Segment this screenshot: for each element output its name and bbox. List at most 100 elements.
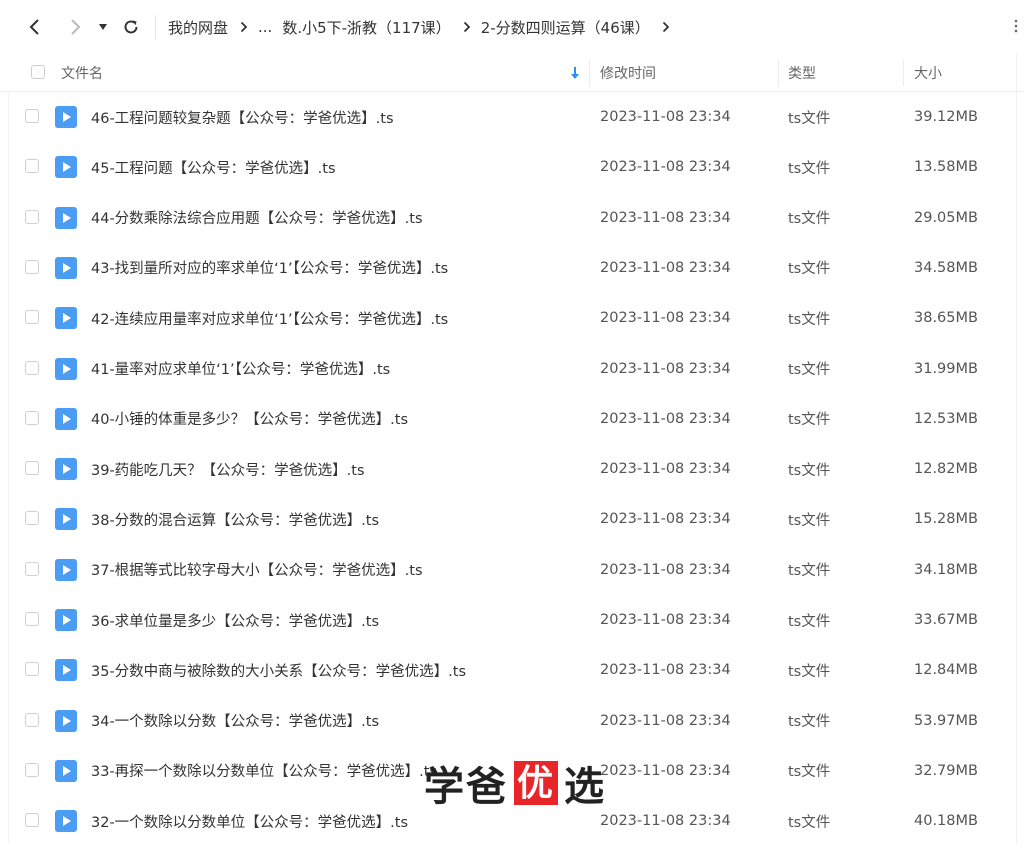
breadcrumb-item-course[interactable]: 数.小5下-浙教（117课） [282,17,450,38]
watermark-text-left: 学爸 [424,763,508,810]
breadcrumb-item-ellipsis[interactable]: ... [258,18,272,36]
file-size: 15.28MB [914,511,978,528]
watermark-text-box: 优 [514,761,558,805]
history-dropdown[interactable] [91,12,115,42]
file-name[interactable]: 41-量率对应求单位‘1’【公众号：学爸优选】.ts [91,344,390,394]
file-row[interactable]: 39-药能吃几天？【公众号：学爸优选】.ts 2023-11-08 23:34 ts… [0,444,1024,494]
select-all-checkbox[interactable] [31,65,45,79]
breadcrumb-item-root[interactable]: 我的网盘 [168,17,228,38]
column-header-type[interactable]: 类型 [788,54,816,91]
file-name[interactable]: 39-药能吃几天？【公众号：学爸优选】.ts [91,444,365,494]
file-name[interactable]: 38-分数的混合运算【公众号：学爸优选】.ts [91,494,379,544]
file-name[interactable]: 46-工程问题较复杂题【公众号：学爸优选】.ts [91,92,394,142]
refresh-icon [124,20,138,34]
column-header-name[interactable]: 文件名 [61,54,103,91]
file-name[interactable]: 42-连续应用量率对应求单位‘1’【公众号：学爸优选】.ts [91,293,448,343]
file-modified: 2023-11-08 23:34 [600,310,731,327]
file-type: ts文件 [788,663,831,680]
file-name[interactable]: 45-工程问题【公众号：学爸优选】.ts [91,142,336,192]
column-header-modified[interactable]: 修改时间 [600,54,656,91]
file-row[interactable]: 44-分数乘除法综合应用题【公众号：学爸优选】.ts 2023-11-08 23:… [0,193,1024,243]
file-name[interactable]: 34-一个数除以分数【公众号：学爸优选】.ts [91,696,379,746]
file-row-checkbox[interactable] [25,712,39,727]
video-file-icon [55,810,77,833]
file-type: ts文件 [788,714,831,731]
file-row[interactable]: 43-找到量所对应的率求单位‘1’【公众号：学爸优选】.ts 2023-11-08… [0,243,1024,293]
column-divider[interactable] [903,60,904,86]
back-button[interactable] [20,12,50,42]
file-row-checkbox[interactable] [25,410,39,425]
forward-button[interactable] [60,12,90,42]
sort-desc-icon[interactable] [570,54,580,91]
file-row-checkbox[interactable] [25,109,39,123]
file-modified: 2023-11-08 23:34 [600,662,731,679]
file-row-checkbox[interactable] [25,561,39,576]
file-modified: 2023-11-08 23:34 [600,209,731,226]
file-row-checkbox[interactable] [25,813,39,828]
file-name[interactable]: 43-找到量所对应的率求单位‘1’【公众号：学爸优选】.ts [91,243,448,293]
file-row[interactable]: 41-量率对应求单位‘1’【公众号：学爸优选】.ts 2023-11-08 23:… [0,344,1024,394]
chevron-right-icon [71,19,81,35]
file-row-checkbox[interactable] [25,662,39,677]
file-row-checkbox[interactable] [25,310,39,325]
file-row[interactable]: 37-根据等式比较字母大小【公众号：学爸优选】.ts 2023-11-08 23:… [0,545,1024,595]
file-row[interactable]: 35-分数中商与被除数的大小关系【公众号：学爸优选】.ts 2023-11-08 … [0,645,1024,695]
column-divider[interactable] [589,60,590,86]
toolbar: 我的网盘 ... 数.小5下-浙教（117课） 2-分数四则运算（46课） [0,0,1024,54]
file-name[interactable]: 40-小锤的体重是多少？【公众号：学爸优选】.ts [91,394,408,444]
toolbar-divider [155,15,156,39]
file-name[interactable]: 36-求单位量是多少【公众号：学爸优选】.ts [91,595,379,645]
file-modified: 2023-11-08 23:34 [600,360,731,377]
file-row[interactable]: 40-小锤的体重是多少？【公众号：学爸优选】.ts 2023-11-08 23:3… [0,394,1024,444]
file-row-checkbox[interactable] [25,159,39,174]
file-type: ts文件 [788,110,831,127]
file-row-checkbox[interactable] [25,259,39,274]
file-type: ts文件 [788,764,831,781]
file-type: ts文件 [788,462,831,479]
video-file-icon [55,508,77,531]
file-size: 53.97MB [914,712,978,729]
more-options-icon[interactable] [1014,18,1018,37]
file-name[interactable]: 33-再探一个数除以分数单位【公众号：学爸优选】.ts [91,746,437,796]
file-type: ts文件 [788,814,831,831]
column-divider[interactable] [778,60,779,86]
file-row[interactable]: 42-连续应用量率对应求单位‘1’【公众号：学爸优选】.ts 2023-11-08… [0,293,1024,343]
column-header-size[interactable]: 大小 [914,54,942,91]
watermark-logo: 学爸 优 选 [424,760,606,810]
chevron-right-icon[interactable] [662,21,670,33]
file-row-checkbox[interactable] [25,360,39,375]
file-row[interactable]: 46-工程问题较复杂题【公众号：学爸优选】.ts 2023-11-08 23:34… [0,92,1024,142]
file-modified: 2023-11-08 23:34 [600,762,731,779]
breadcrumb-item-current[interactable]: 2-分数四则运算（46课） [481,17,650,38]
file-row-checkbox[interactable] [25,612,39,626]
file-name[interactable]: 37-根据等式比较字母大小【公众号：学爸优选】.ts [91,545,423,595]
file-row[interactable]: 36-求单位量是多少【公众号：学爸优选】.ts 2023-11-08 23:34 t… [0,595,1024,645]
file-row-checkbox[interactable] [25,762,39,777]
video-file-icon [55,307,77,330]
file-modified: 2023-11-08 23:34 [600,159,731,176]
file-size: 31.99MB [914,360,978,377]
file-modified: 2023-11-08 23:34 [600,259,731,276]
file-row-checkbox[interactable] [25,511,39,526]
chevron-right-icon [240,21,248,33]
caret-down-icon [99,24,107,30]
file-size: 29.05MB [914,209,978,226]
file-row[interactable]: 38-分数的混合运算【公众号：学爸优选】.ts 2023-11-08 23:34 t… [0,494,1024,544]
file-type: ts文件 [788,311,831,328]
file-modified: 2023-11-08 23:34 [600,813,731,830]
file-row[interactable]: 45-工程问题【公众号：学爸优选】.ts 2023-11-08 23:34 ts文件… [0,142,1024,192]
file-row-checkbox[interactable] [25,461,39,476]
video-file-icon [55,256,77,279]
file-row-checkbox[interactable] [25,209,39,224]
file-name[interactable]: 32-一个数除以分数单位【公众号：学爸优选】.ts [91,796,408,846]
video-file-icon [55,156,77,179]
file-size: 32.79MB [914,762,978,779]
file-name[interactable]: 44-分数乘除法综合应用题【公众号：学爸优选】.ts [91,193,423,243]
file-size: 12.84MB [914,662,978,679]
file-name[interactable]: 35-分数中商与被除数的大小关系【公众号：学爸优选】.ts [91,645,466,695]
file-size: 13.58MB [914,159,978,176]
file-row[interactable]: 34-一个数除以分数【公众号：学爸优选】.ts 2023-11-08 23:34 t… [0,696,1024,746]
refresh-button[interactable] [116,12,146,42]
file-type: ts文件 [788,211,831,228]
file-size: 40.18MB [914,813,978,830]
